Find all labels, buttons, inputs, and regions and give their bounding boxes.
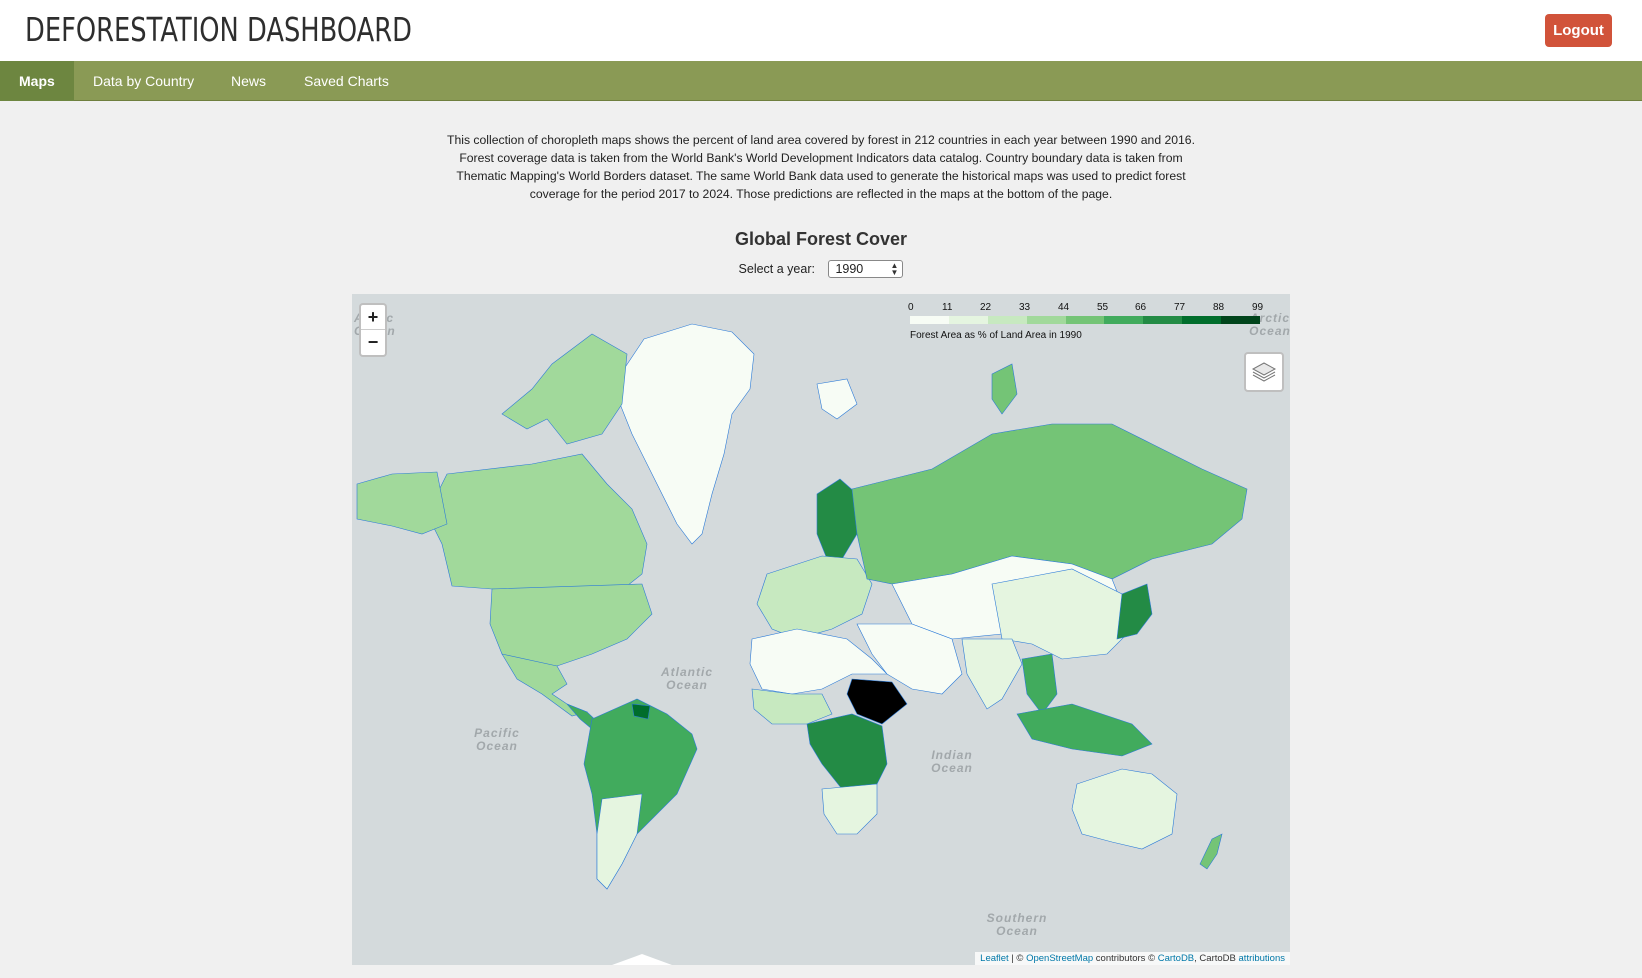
logout-button[interactable]: Logout (1545, 14, 1612, 47)
australia (1071, 768, 1178, 850)
intro-paragraph: This collection of choropleth maps shows… (447, 133, 1195, 201)
zoom-in-button[interactable]: + (361, 305, 385, 330)
nav-item-news[interactable]: News (212, 61, 285, 101)
nav-item-data-by-country[interactable]: Data by Country (74, 61, 213, 101)
legend-swatch (1221, 316, 1261, 324)
legend-swatch (1026, 316, 1066, 324)
legend-swatch (1104, 316, 1144, 324)
zoom-out-button[interactable]: − (361, 330, 385, 355)
legend-tick: 99 (1252, 302, 1264, 313)
svalbard (816, 378, 858, 420)
antarctica (612, 954, 672, 965)
legend-tick: 77 (1174, 302, 1186, 313)
osm-link[interactable]: OpenStreetMap (1026, 953, 1093, 964)
leaflet-link[interactable]: Leaflet (980, 953, 1009, 964)
legend-color-bar (910, 316, 1261, 324)
legend-tick: 22 (980, 302, 992, 313)
west-africa (751, 688, 833, 725)
legend-tick: 66 (1135, 302, 1147, 313)
map-canvas[interactable] (352, 294, 1290, 965)
ocean-label-indian: Indian Ocean (931, 748, 973, 775)
southern-africa (821, 783, 878, 835)
attribution-text: , CartoDB (1194, 953, 1239, 964)
layers-button[interactable] (1244, 352, 1284, 392)
legend-tick: 0 (908, 302, 914, 313)
nav-item-saved-charts[interactable]: Saved Charts (285, 61, 408, 101)
legend-tick: 55 (1097, 302, 1109, 313)
india (961, 638, 1023, 710)
map-attribution: Leaflet | © OpenStreetMap contributors ©… (975, 952, 1290, 965)
legend-ticks: 0 11 22 33 44 55 66 77 88 99 (908, 302, 1270, 314)
nav-item-maps[interactable]: Maps (0, 61, 74, 101)
choropleth-map[interactable]: Arctic Ocean Arctic Ocean Atlantic Ocean… (352, 294, 1290, 965)
indonesia (1016, 703, 1153, 757)
zoom-control: + − (359, 303, 387, 357)
attribution-text: | © (1008, 953, 1027, 964)
ocean-label-pacific: Pacific Ocean (474, 726, 520, 753)
layers-icon (1251, 362, 1277, 382)
legend-tick: 44 (1058, 302, 1070, 313)
main-nav: Maps Data by Country News Saved Charts (0, 61, 1642, 101)
novaya-zemlya (991, 363, 1018, 415)
legend-swatch (987, 316, 1027, 324)
se-asia (1021, 653, 1058, 715)
japan (1116, 583, 1153, 640)
top-bar: DEFORESTATION DASHBOARD Logout (0, 0, 1642, 61)
legend-caption: Forest Area as % of Land Area in 1990 (910, 330, 1082, 341)
legend-tick: 88 (1213, 302, 1225, 313)
legend-tick: 11 (942, 302, 953, 313)
year-selector-row: Select a year: 1990 ▲ ▼ (0, 260, 1642, 278)
legend-swatch (910, 316, 949, 324)
cartodb-link[interactable]: CartoDB (1158, 953, 1194, 964)
legend-swatch (1143, 316, 1183, 324)
central-africa (806, 713, 888, 790)
new-zealand (1199, 833, 1223, 870)
scandinavia (816, 478, 858, 560)
map-legend: 0 11 22 33 44 55 66 77 88 99 Forest Area… (908, 302, 1270, 341)
russia (851, 423, 1248, 585)
attribution-text: contributors © (1093, 953, 1158, 964)
legend-swatch (1182, 316, 1222, 324)
europe (756, 555, 873, 640)
year-label: Select a year: (738, 262, 815, 276)
map-title: Global Forest Cover (734, 229, 908, 249)
year-select-value: 1990 (835, 262, 864, 276)
ocean-label-southern: Southern Ocean (986, 911, 1048, 938)
ocean-label-atlantic: Atlantic Ocean (660, 665, 713, 692)
canada (426, 453, 648, 600)
year-select[interactable]: 1990 ▲ ▼ (828, 260, 904, 278)
app-title: DEFORESTATION DASHBOARD (25, 10, 412, 49)
southern-cone (596, 793, 643, 890)
greenland (619, 323, 755, 545)
legend-swatch (948, 316, 988, 324)
arctic-islands (501, 333, 628, 445)
attributions-link[interactable]: attributions (1239, 953, 1285, 964)
legend-tick: 33 (1019, 302, 1031, 313)
legend-swatch (1065, 316, 1105, 324)
select-arrows-icon: ▲ ▼ (890, 261, 899, 277)
alaska (356, 471, 448, 535)
